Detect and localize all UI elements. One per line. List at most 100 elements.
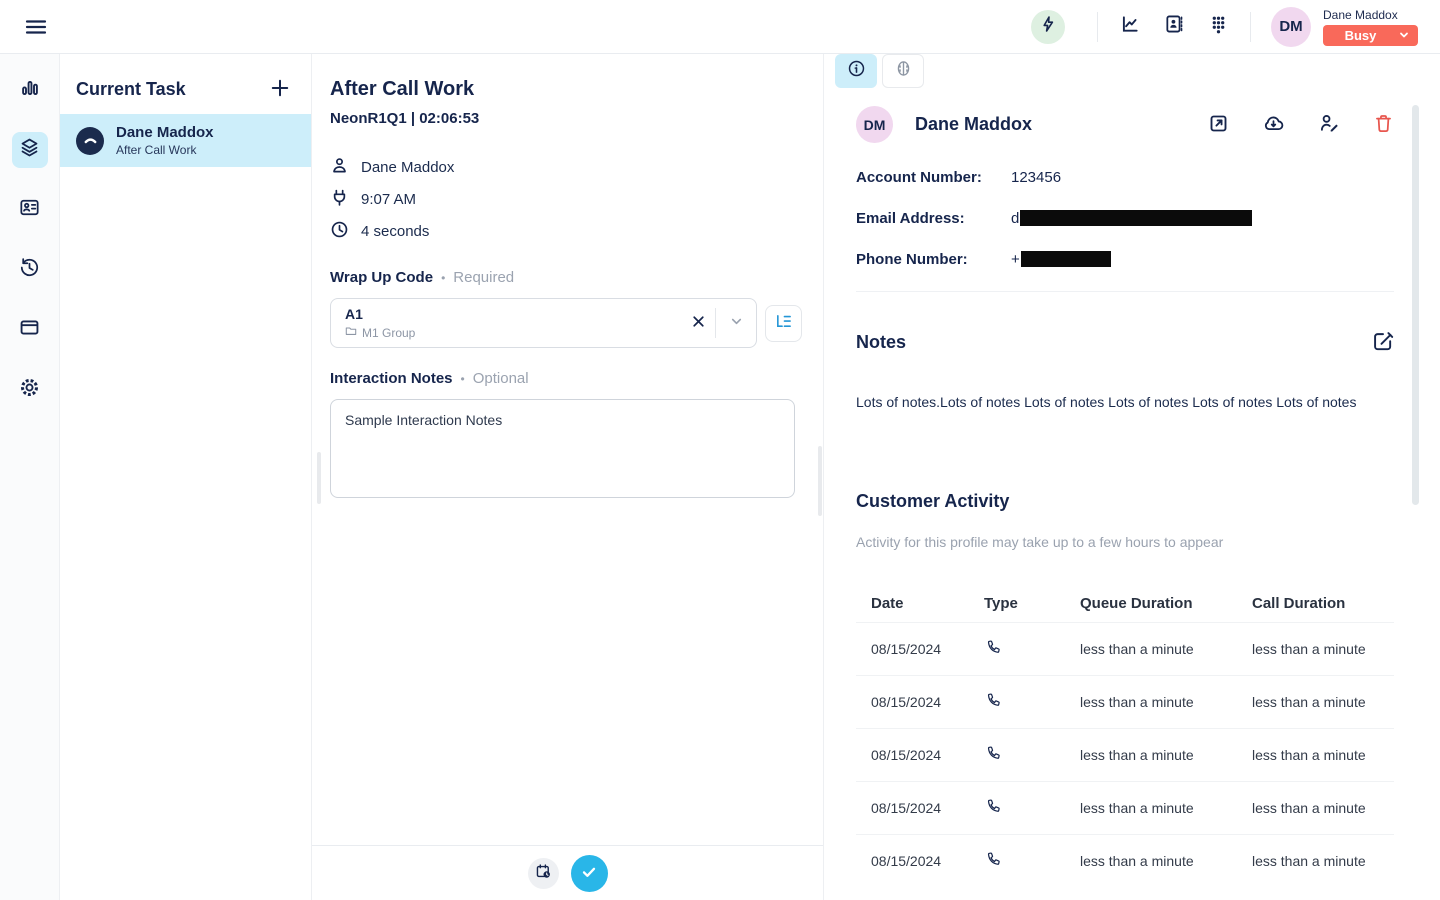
dialpad-button[interactable]	[1196, 7, 1240, 47]
acw-queue-duration: NeonR1Q1 | 02:06:53	[330, 110, 823, 127]
nav-history-button[interactable]	[12, 252, 48, 288]
table-row[interactable]: 08/15/2024 less than a minute less than …	[856, 781, 1394, 834]
customer-activity-subtitle: Activity for this profile may take up to…	[856, 534, 1394, 550]
topbar-divider-2	[1250, 12, 1251, 42]
add-task-button[interactable]	[267, 76, 293, 102]
user-block: Dane Maddox Busy	[1323, 8, 1418, 46]
cell-date: 08/15/2024	[871, 747, 984, 763]
edit-notes-button[interactable]	[1371, 329, 1394, 355]
dialpad-icon	[1209, 14, 1228, 40]
window-icon	[19, 317, 40, 343]
acw-title: After Call Work	[330, 78, 823, 101]
acw-start-time: 9:07 AM	[361, 191, 416, 208]
column-type: Type	[984, 595, 1080, 612]
edit-contact-button[interactable]	[1318, 112, 1340, 137]
clear-x-icon	[691, 314, 706, 332]
current-task-header: Current Task	[60, 54, 311, 114]
wrap-up-select[interactable]: A1 M1 Group	[330, 298, 757, 348]
phone-value: +	[1011, 251, 1111, 268]
nav-settings-button[interactable]	[12, 372, 48, 408]
cell-queue-duration: less than a minute	[1080, 853, 1252, 869]
check-icon	[580, 863, 598, 884]
plus-icon	[270, 78, 290, 101]
stats-icon	[20, 78, 40, 103]
analytics-button[interactable]	[1108, 7, 1152, 47]
contact-actions	[1208, 112, 1394, 138]
customer-activity-title: Customer Activity	[856, 491, 1394, 512]
current-task-panel: Current Task Dane Maddox After Call Work	[60, 54, 312, 900]
acw-info-rows: Dane Maddox 9:07 AM 4 seconds	[330, 151, 823, 247]
activity-table-header: Date Type Queue Duration Call Duration	[856, 586, 1394, 622]
account-number-label: Account Number:	[856, 169, 1011, 186]
wrap-up-dropdown-button[interactable]	[716, 306, 756, 340]
column-date: Date	[871, 595, 984, 612]
schedule-callback-button[interactable]	[528, 858, 559, 889]
lightning-icon	[1039, 15, 1057, 38]
acw-contact-row: Dane Maddox	[330, 151, 823, 183]
table-row[interactable]: 08/15/2024 less than a minute less than …	[856, 728, 1394, 781]
contact-avatar: DM	[856, 106, 893, 143]
wrap-up-selected: A1 M1 Group	[345, 306, 681, 340]
open-contact-button[interactable]	[1208, 113, 1229, 137]
address-book-button[interactable]	[1152, 7, 1196, 47]
table-row[interactable]: 08/15/2024 less than a minute less than …	[856, 834, 1394, 887]
quick-actions-button[interactable]	[1031, 10, 1065, 44]
contact-section-divider	[856, 291, 1394, 292]
cell-date: 08/15/2024	[871, 853, 984, 869]
download-contact-button[interactable]	[1262, 112, 1285, 138]
delete-contact-button[interactable]	[1373, 113, 1394, 137]
edit-contact-icon	[1318, 112, 1340, 137]
tab-ai-insights[interactable]	[882, 54, 924, 88]
top-bar: DM Dane Maddox Busy	[0, 0, 1440, 54]
plug-icon	[330, 188, 349, 211]
phone-icon	[984, 639, 1080, 659]
after-call-work-panel: After Call Work NeonR1Q1 | 02:06:53 Dane…	[312, 54, 824, 900]
contact-tabs	[835, 54, 924, 88]
nav-tasks-button[interactable]	[12, 132, 48, 168]
tasks-icon	[19, 137, 40, 163]
status-dropdown[interactable]: Busy	[1323, 25, 1418, 46]
acw-start-time-row: 9:07 AM	[330, 183, 823, 215]
account-number-row: Account Number: 123456	[856, 168, 1394, 186]
user-name: Dane Maddox	[1323, 8, 1418, 22]
tab-contact-info[interactable]	[835, 54, 877, 88]
wrap-up-clear-button[interactable]	[681, 306, 715, 340]
nav-window-button[interactable]	[12, 312, 48, 348]
notes-header: Notes	[856, 329, 1394, 355]
table-row[interactable]: 08/15/2024 less than a minute less than …	[856, 622, 1394, 675]
cell-queue-duration: less than a minute	[1080, 694, 1252, 710]
activity-table-body: 08/15/2024 less than a minute less than …	[856, 622, 1394, 887]
call-end-icon	[76, 127, 104, 155]
menu-icon[interactable]	[18, 9, 54, 45]
phone-label: Phone Number:	[856, 251, 1011, 268]
chevron-down-icon	[729, 314, 744, 332]
edit-notes-icon	[1371, 329, 1394, 355]
wrap-up-group: M1 Group	[345, 325, 681, 340]
email-label: Email Address:	[856, 210, 1011, 227]
user-avatar[interactable]: DM	[1271, 7, 1311, 47]
cell-date: 08/15/2024	[871, 641, 984, 657]
task-item-subtitle: After Call Work	[116, 143, 214, 157]
acw-elapsed-row: 4 seconds	[330, 215, 823, 247]
ai-icon	[894, 59, 913, 83]
complete-task-button[interactable]	[571, 855, 608, 892]
download-icon	[1262, 112, 1285, 138]
table-row[interactable]: 08/15/2024 less than a minute less than …	[856, 675, 1394, 728]
mid-panel-scrollbar-right[interactable]	[818, 446, 822, 516]
contacts-icon	[19, 197, 40, 223]
interaction-notes-input[interactable]: Sample Interaction Notes	[330, 399, 795, 498]
mid-panel-scrollbar-left[interactable]	[317, 452, 321, 504]
folder-icon	[345, 325, 357, 340]
nav-stats-button[interactable]	[12, 72, 48, 108]
task-list-item[interactable]: Dane Maddox After Call Work	[60, 114, 311, 167]
status-label: Busy	[1323, 28, 1398, 43]
wrap-up-tree-view-button[interactable]	[765, 305, 802, 342]
cell-call-duration: less than a minute	[1252, 694, 1394, 710]
nav-contacts-button[interactable]	[12, 192, 48, 228]
info-icon	[847, 59, 866, 83]
email-redaction-bar	[1020, 210, 1252, 226]
phone-row: Phone Number: +	[856, 250, 1394, 268]
wrap-up-bullet: •	[441, 271, 445, 285]
contact-panel-scrollbar[interactable]	[1412, 105, 1419, 505]
phone-icon	[984, 692, 1080, 712]
